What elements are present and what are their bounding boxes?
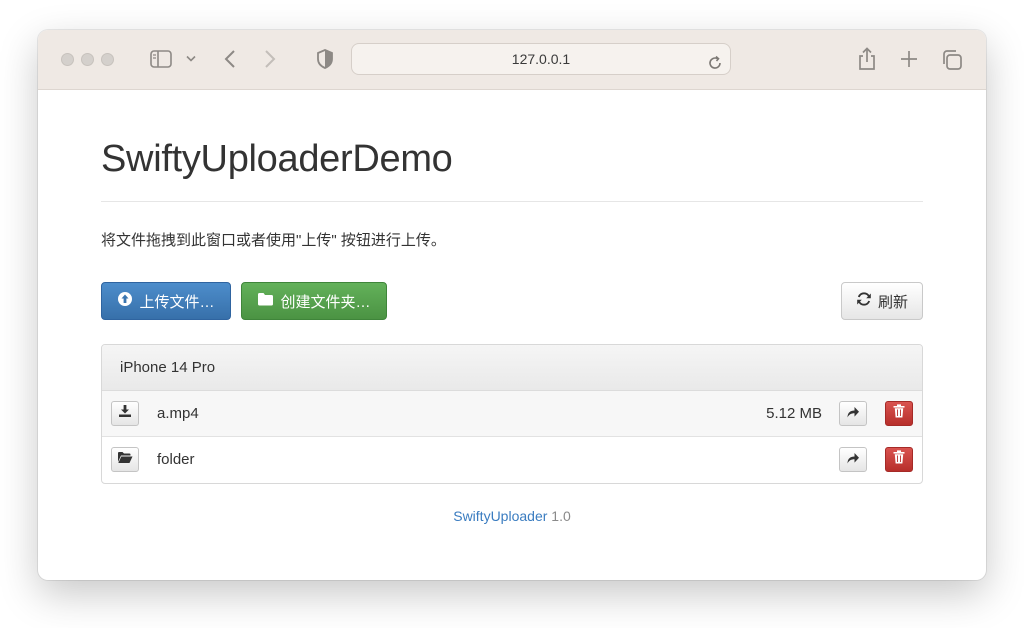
- close-window-button[interactable]: [61, 53, 74, 66]
- upload-instructions: 将文件拖拽到此窗口或者使用"上传" 按钮进行上传。: [101, 232, 446, 249]
- download-icon: [118, 404, 132, 423]
- delete-button[interactable]: [885, 401, 913, 426]
- share-arrow-icon: [846, 451, 860, 469]
- move-button[interactable]: [839, 447, 867, 472]
- folder-open-icon: [117, 451, 133, 469]
- new-tab-icon[interactable]: [900, 50, 918, 68]
- browser-window: 127.0.0.1 SwiftyUploaderDemo 将文件拖拽到此窗口或者…: [38, 30, 986, 580]
- open-folder-button[interactable]: [111, 447, 139, 472]
- sidebar-toggle-icon[interactable]: [150, 50, 172, 68]
- trash-icon: [893, 450, 905, 469]
- version-text: 1.0: [551, 508, 571, 524]
- device-name: iPhone 14 Pro: [102, 345, 922, 391]
- privacy-shield-icon[interactable]: [316, 49, 334, 69]
- upload-circle-icon: [117, 291, 133, 311]
- tab-overview-icon[interactable]: [941, 49, 963, 71]
- folder-name[interactable]: folder: [157, 437, 195, 483]
- delete-button[interactable]: [885, 447, 913, 472]
- download-button[interactable]: [111, 401, 139, 426]
- folder-icon: [257, 292, 274, 310]
- share-icon[interactable]: [857, 47, 877, 71]
- page-content: SwiftyUploaderDemo 将文件拖拽到此窗口或者使用"上传" 按钮进…: [38, 90, 986, 580]
- address-text: 127.0.0.1: [511, 51, 571, 67]
- upload-files-button[interactable]: 上传文件…: [101, 282, 231, 320]
- reload-icon[interactable]: [707, 51, 723, 81]
- move-button[interactable]: [839, 401, 867, 426]
- share-arrow-icon: [846, 405, 860, 423]
- create-folder-label: 创建文件夹…: [280, 293, 371, 311]
- browser-toolbar: 127.0.0.1: [38, 30, 986, 90]
- chevron-down-icon[interactable]: [186, 55, 196, 63]
- zoom-window-button[interactable]: [101, 53, 114, 66]
- refresh-label: 刷新: [877, 293, 908, 311]
- forward-arrow-icon[interactable]: [264, 50, 276, 68]
- folder-row: folder: [102, 437, 922, 483]
- upload-files-label: 上传文件…: [139, 293, 215, 311]
- file-list-panel: iPhone 14 Pro a.mp4 5.12 MB folder: [101, 344, 923, 484]
- file-name[interactable]: a.mp4: [157, 391, 199, 437]
- address-bar[interactable]: 127.0.0.1: [351, 43, 731, 75]
- refresh-icon: [856, 291, 872, 311]
- create-folder-button[interactable]: 创建文件夹…: [241, 282, 387, 320]
- page-title: SwiftyUploaderDemo: [101, 138, 453, 180]
- swiftyuploader-link[interactable]: SwiftyUploader: [453, 508, 547, 524]
- file-size: 5.12 MB: [766, 405, 822, 422]
- back-arrow-icon[interactable]: [224, 50, 236, 68]
- file-row: a.mp4 5.12 MB: [102, 391, 922, 437]
- minimize-window-button[interactable]: [81, 53, 94, 66]
- trash-icon: [893, 404, 905, 423]
- page-footer: SwiftyUploader 1.0: [38, 508, 986, 524]
- refresh-button[interactable]: 刷新: [841, 282, 923, 320]
- title-divider: [101, 201, 923, 202]
